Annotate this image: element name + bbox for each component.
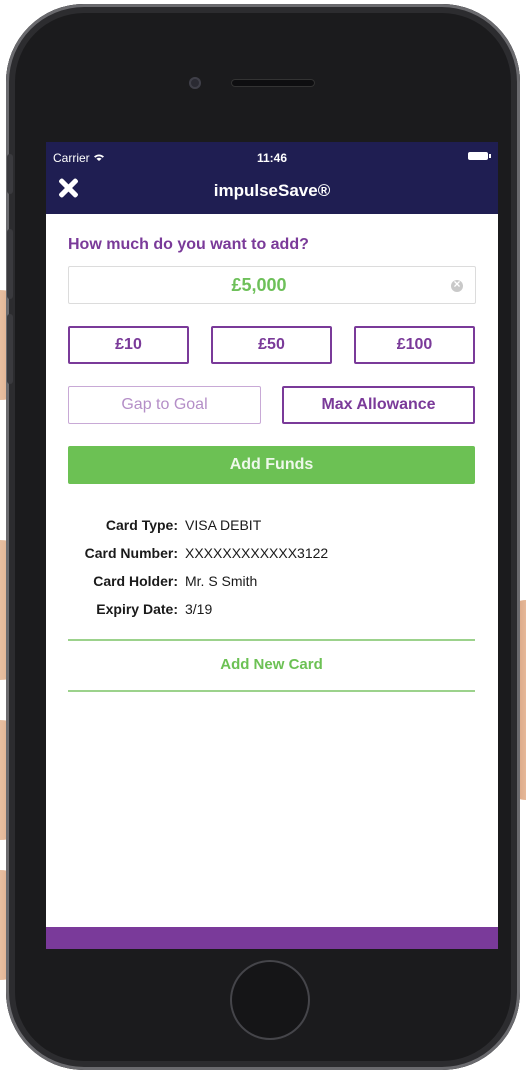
status-bar: Carrier 11:46 [46,142,498,168]
clear-icon[interactable] [451,277,463,292]
add-funds-button[interactable]: Add Funds [68,446,475,484]
bottom-bar [46,927,498,949]
app-title: impulseSave® [213,181,331,200]
card-type-label: Card Type: [105,517,178,533]
card-type-value: VISA DEBIT [185,517,262,533]
divider [68,690,475,692]
battery-icon [468,152,491,160]
app-screen: Carrier 11:46 impulseSave® How much do y… [46,142,498,949]
expiry-date-label: Expiry Date: [96,601,178,617]
amount-value: £5,000 [231,275,287,295]
divider [68,639,475,641]
card-type-row: Card Type: VISA DEBIT [68,517,476,539]
volume-up-button [7,229,13,299]
add-new-card-button[interactable]: Add New Card [68,656,475,673]
mute-switch [7,154,13,194]
card-number-label: Card Number: [84,545,178,561]
card-number-value: XXXXXXXXXXXX3122 [185,545,329,561]
card-holder-value: Mr. S Smith [185,573,258,589]
quick-amount-50-button[interactable]: £50 [211,326,332,364]
expiry-date-value: 3/19 [185,601,213,617]
gap-to-goal-button[interactable]: Gap to Goal [68,386,261,424]
card-number-row: Card Number: XXXXXXXXXXXX3122 [68,545,476,567]
max-allowance-button[interactable]: Max Allowance [282,386,475,424]
expiry-date-row: Expiry Date: 3/19 [68,601,476,623]
quick-amount-10-button[interactable]: £10 [68,326,189,364]
card-holder-label: Card Holder: [93,573,178,589]
front-camera [189,77,201,89]
amount-input[interactable]: £5,000 [68,266,476,304]
phone-frame: Carrier 11:46 impulseSave® How much do y… [6,4,520,1070]
navigation-bar: Carrier 11:46 impulseSave® [46,142,498,214]
amount-question: How much do you want to add? [68,236,309,253]
status-time: 11:46 [256,151,288,165]
volume-down-button [7,314,13,384]
card-holder-row: Card Holder: Mr. S Smith [68,573,476,595]
earpiece-speaker [231,79,315,87]
home-button[interactable] [232,962,308,1038]
quick-amount-100-button[interactable]: £100 [354,326,475,364]
